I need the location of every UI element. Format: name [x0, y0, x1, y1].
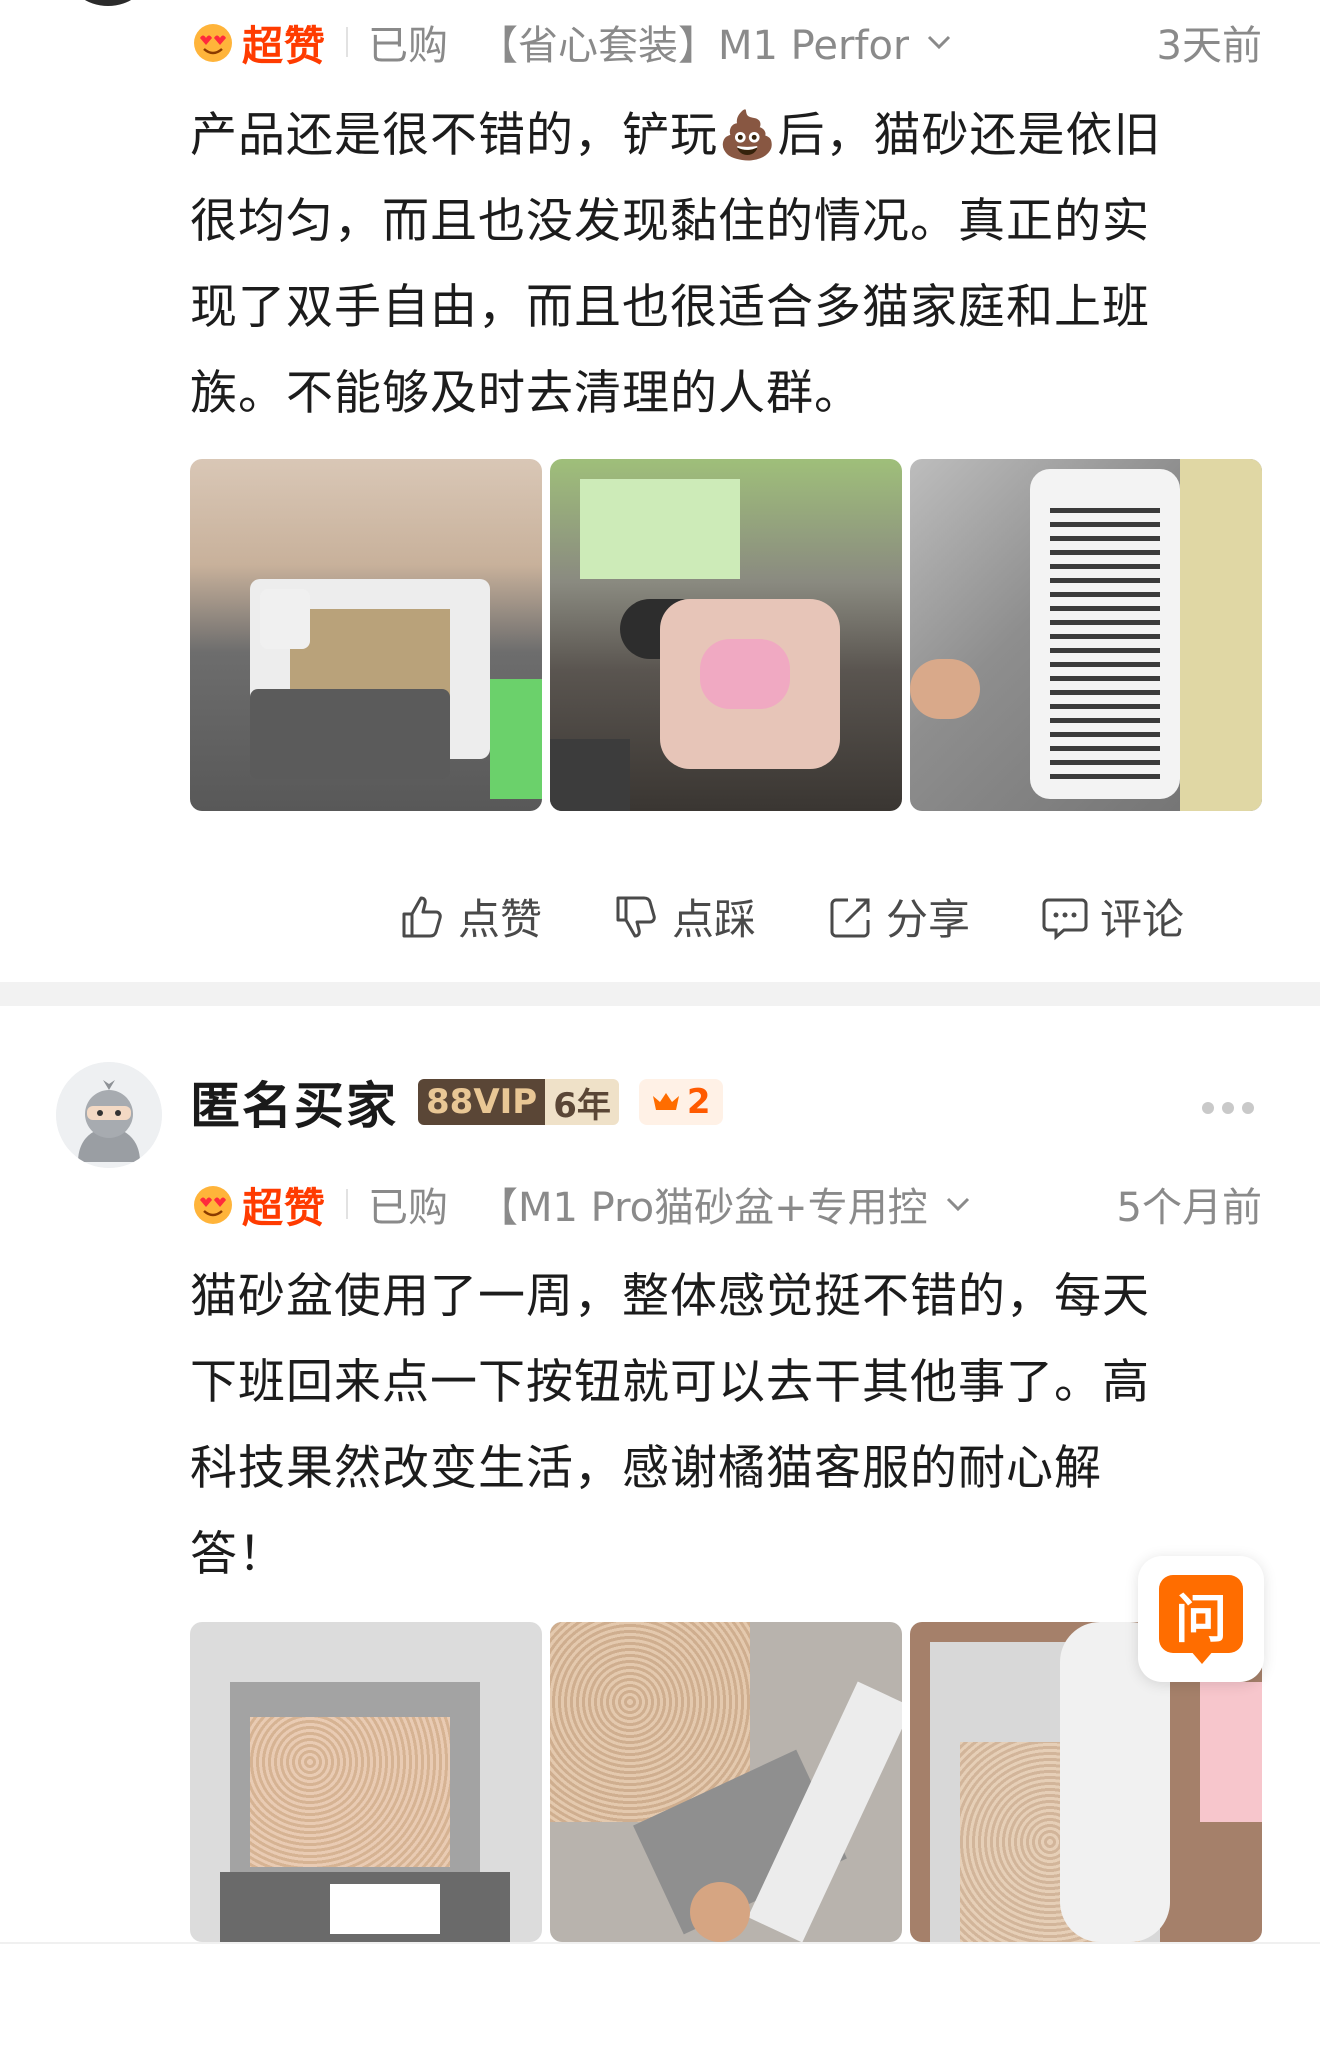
dislike-button[interactable]: 点踩: [612, 886, 756, 947]
comment-label: 评论: [1100, 895, 1185, 944]
vip-years: 6年: [545, 1079, 619, 1125]
review2-meta-row: 超赞 已购 【M1 Pro猫砂盆+专用控 5个月前: [190, 1180, 1320, 1232]
review1-photos: [190, 459, 1262, 811]
more-options-icon[interactable]: [1202, 1102, 1254, 1114]
review-text-line: 下班回来点一下按钮就可以去干其他事了。高: [190, 1355, 1150, 1410]
ask-button[interactable]: 问: [1138, 1556, 1264, 1682]
review-time: 3天前: [1156, 23, 1262, 69]
like-label: 点赞: [458, 895, 543, 944]
review1-actions: 点赞 点踩 分享 评论: [398, 886, 1184, 947]
ask-bubble-tail: [1190, 1650, 1214, 1664]
review-text-line: 猫砂盆使用了一周，整体感觉挺不错的，每天: [190, 1269, 1150, 1324]
vip-label: 88VIP: [418, 1079, 546, 1125]
sku-label[interactable]: 【省心套装】M1 Perfor: [478, 13, 909, 71]
review2-photos: [190, 1622, 1262, 1942]
anonymous-ninja-icon: [56, 1062, 162, 1168]
comment-icon: [1042, 898, 1088, 940]
review-text-line: 产品还是很不错的，铲玩💩后，猫砂还是依旧: [190, 108, 1162, 163]
bottom-bar: [0, 1942, 1320, 2048]
crown-badge: 2: [638, 1079, 723, 1125]
crown-icon: [652, 1093, 679, 1110]
previous-reviewer-avatar[interactable]: [68, 0, 148, 6]
dislike-label: 点踩: [672, 895, 757, 944]
review-photo-litter-scoop[interactable]: [550, 1622, 902, 1942]
crown-count: 2: [686, 1082, 711, 1122]
reviewer-avatar[interactable]: [56, 1062, 162, 1168]
thumbs-down-icon: [616, 896, 656, 937]
review2-text: 猫砂盆使用了一周，整体感觉挺不错的，每天 下班回来点一下按钮就可以去干其他事了。…: [190, 1254, 1270, 1598]
review-text-line: 族。不能够及时去清理的人群。: [190, 366, 862, 421]
share-icon: [830, 898, 870, 937]
review-photo-waste-bin[interactable]: [550, 459, 902, 811]
separator: [346, 1189, 348, 1219]
reviewer-name: 匿名买家: [190, 1077, 398, 1135]
rating-label: 超赞: [242, 22, 326, 70]
review1-text: 产品还是很不错的，铲玩💩后，猫砂还是依旧 很均匀，而且也没发现黏住的情况。真正的…: [190, 93, 1270, 437]
reviewer-header: 匿名买家 88VIP 6年 2: [190, 1066, 723, 1138]
like-button[interactable]: 点赞: [398, 886, 542, 947]
heart-eyes-face-icon: [194, 1186, 232, 1224]
review-text-line: 科技果然改变生活，感谢橘猫客服的耐心解: [190, 1441, 1102, 1496]
separator: [346, 27, 348, 57]
review-time: 5个月前: [1116, 1185, 1262, 1231]
bought-label: 已购: [368, 1185, 448, 1231]
vip-badge: 88VIP 6年: [418, 1079, 619, 1125]
bought-label: 已购: [368, 23, 448, 69]
ask-label: 问: [1159, 1575, 1243, 1653]
chevron-down-icon[interactable]: [944, 1193, 972, 1215]
review-photo-litter-tray[interactable]: [190, 1622, 542, 1942]
review-text-line: 现了双手自由，而且也很适合多猫家庭和上班: [190, 280, 1150, 335]
review-text-line: 答！: [190, 1527, 286, 1582]
rating-label: 超赞: [242, 1184, 326, 1232]
comment-button[interactable]: 评论: [1040, 886, 1184, 947]
sku-label[interactable]: 【M1 Pro猫砂盆+专用控: [478, 1175, 928, 1233]
share-button[interactable]: 分享: [826, 886, 970, 947]
thumbs-up-icon: [402, 896, 442, 937]
section-divider: [0, 982, 1320, 1006]
review-text-line: 很均匀，而且也没发现黏住的情况。真正的实: [190, 194, 1150, 249]
chevron-down-icon[interactable]: [925, 31, 953, 53]
share-label: 分享: [886, 895, 971, 944]
review-photo-filter-panel[interactable]: [910, 459, 1262, 811]
review1-meta-row: 超赞 已购 【省心套装】M1 Perfor 3天前: [190, 18, 1320, 70]
review-photo-litter-box-room[interactable]: [190, 459, 542, 811]
heart-eyes-face-icon: [194, 24, 232, 62]
